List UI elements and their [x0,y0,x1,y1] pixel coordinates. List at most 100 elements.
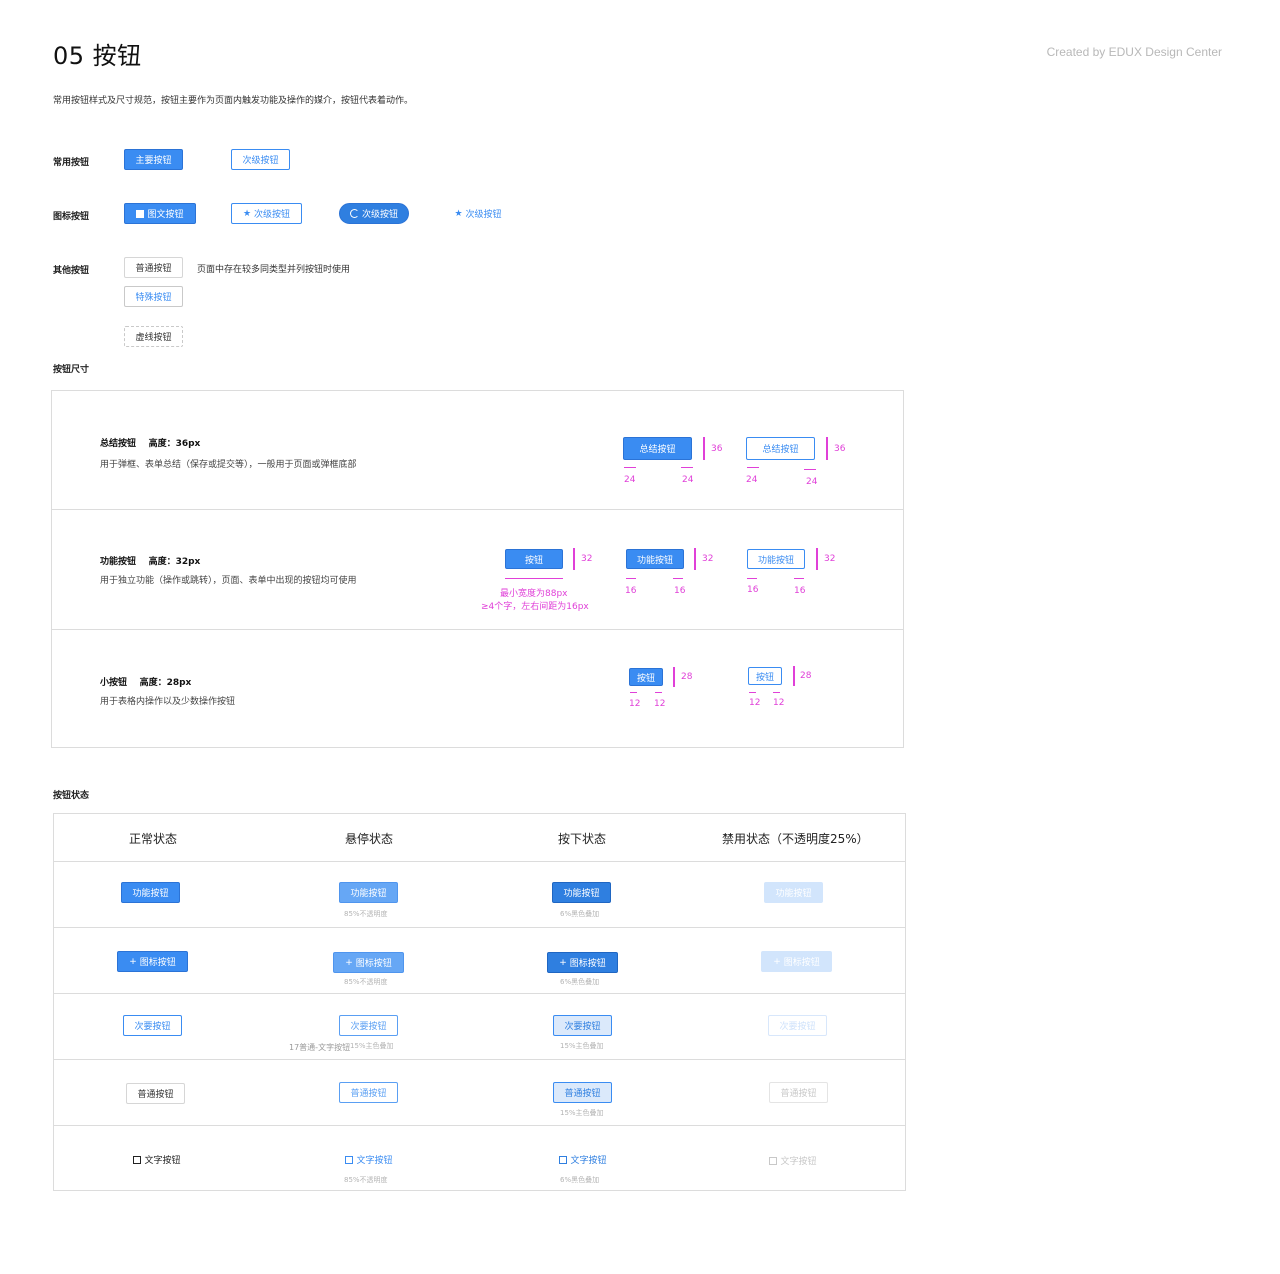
checkbox-icon [769,1156,778,1165]
icon-button-label: 图标按钮 [783,958,820,968]
padding-left-value: 16 [625,586,637,596]
checkbox-icon [345,1155,354,1164]
summary-primary-button[interactable]: 总结按钮 [623,437,692,460]
hover-note: 85%不透明度 [344,1176,388,1184]
header-hover: 悬停状态 [345,832,394,846]
normal-button-pressed[interactable]: 普通按钮 [553,1082,612,1103]
image-text-button[interactable]: 图文按钮 [124,203,196,224]
height-marker [826,437,828,460]
function-button-normal[interactable]: 功能按钮 [121,882,180,903]
padding-right-value: 16 [794,586,806,596]
secondary-button-pressed[interactable]: 次要按钮 [553,1015,612,1036]
loading-secondary-button[interactable]: 次级按钮 [339,203,409,224]
small-secondary-button[interactable]: 按钮 [748,667,782,685]
plus-icon: + [345,957,353,968]
small-desc: 用于表格内操作以及少数操作按钮 [100,697,236,707]
summary-title: 总结按钮 高度：36px [100,436,200,449]
hover-note: 15%主色叠加 [350,1042,394,1050]
function-button-pressed[interactable]: 功能按钮 [552,882,611,903]
function-secondary-button[interactable]: 功能按钮 [747,549,805,569]
padding-marker [681,467,693,468]
icon-button-disabled: + 图标按钮 [761,951,832,972]
normal-button-hover[interactable]: 普通按钮 [339,1082,398,1103]
other-buttons-label: 其他按钮 [53,266,90,276]
secondary-button-hover[interactable]: 次要按钮 [339,1015,398,1036]
text-button-pressed[interactable]: 文字按钮 [552,1149,614,1170]
primary-button[interactable]: 主要按钮 [124,149,183,170]
height-value: 32 [702,554,714,564]
padding-marker [626,578,636,579]
pressed-note: 15%主色叠加 [560,1109,604,1117]
star-icon: ★ [242,208,252,219]
small-size-row: 小按钮 高度：28px 用于表格内操作以及少数操作按钮 按钮 28 12 12 … [52,630,903,748]
function-title: 功能按钮 高度：32px [100,554,200,567]
button-states-label: 按钮状态 [53,791,90,801]
height-marker [573,548,575,570]
padding-marker [624,467,636,468]
icon-button-label: 图标按钮 [355,959,392,969]
icon-button-pressed[interactable]: + 图标按钮 [547,952,618,973]
secondary-button[interactable]: 次级按钮 [231,149,290,170]
normal-button-normal[interactable]: 普通按钮 [126,1083,185,1104]
text-button-hover[interactable]: 文字按钮 [338,1149,400,1170]
function-button-disabled: 功能按钮 [764,882,823,903]
secondary-button-normal[interactable]: 次要按钮 [123,1015,182,1036]
page-title: 05 按钮 [53,42,142,70]
padding-left-value: 16 [747,585,759,595]
padding-marker [630,692,637,693]
text-button-disabled: 文字按钮 [762,1150,824,1171]
loading-secondary-button-label: 次级按钮 [361,210,398,220]
text-button-normal[interactable]: 文字按钮 [126,1149,188,1170]
function-size-row: 功能按钮 高度：32px 用于独立功能（操作或跳转），页面、表单中出现的按钮均可… [52,510,903,630]
function-button-hover[interactable]: 功能按钮 [339,882,398,903]
padding-left-value: 12 [629,699,641,709]
star-secondary-button-label: 次级按钮 [254,210,291,220]
small-title: 小按钮 高度：28px [100,675,191,688]
padding-marker [747,467,759,468]
height-value: 36 [711,444,723,454]
padding-marker [804,469,816,470]
header-normal: 正常状态 [129,832,178,846]
normal-button[interactable]: 普通按钮 [124,257,183,278]
summary-size-row: 总结按钮 高度：36px 用于弹框、表单总结（保存或提交等），一般用于页面或弹框… [52,391,903,510]
star-text-button[interactable]: ★ 次级按钮 [450,203,506,224]
loading-icon [349,209,359,218]
summary-title-text: 总结按钮 [100,439,137,449]
padding-marker [655,692,662,693]
plus-icon: + [559,957,567,968]
height-marker [673,667,675,687]
plus-icon: + [129,956,137,967]
icon-button-normal[interactable]: + 图标按钮 [117,951,188,972]
text-button-label: 文字按钮 [570,1156,607,1166]
special-button[interactable]: 特殊按钮 [124,286,183,307]
padding-right-value: 12 [654,699,666,709]
normal-state-row: 普通按钮 普通按钮 普通按钮 15%主色叠加 普通按钮 [54,1060,905,1126]
pressed-note: 6%黑色叠加 [560,1176,600,1184]
star-secondary-button[interactable]: ★ 次级按钮 [231,203,302,224]
pressed-note: 6%黑色叠加 [560,910,600,918]
dashed-button[interactable]: 虚线按钮 [124,326,183,347]
function-primary-button[interactable]: 功能按钮 [626,549,684,569]
secondary-button-disabled: 次要按钮 [768,1015,827,1036]
pressed-note: 15%主色叠加 [560,1042,604,1050]
text-button-label: 文字按钮 [144,1156,181,1166]
min-width-button[interactable]: 按钮 [505,549,563,569]
summary-height: 高度：36px [148,439,201,449]
page-description: 常用按钮样式及尺寸规范，按钮主要作为页面内触发功能及操作的媒介，按钮代表着动作。 [53,96,414,106]
states-header-row: 正常状态 悬停状态 按下状态 禁用状态（不透明度25%） [54,814,905,862]
plus-icon: + [773,956,781,967]
padding-marker [673,578,683,579]
function-desc: 用于独立功能（操作或跳转），页面、表单中出现的按钮均可使用 [100,576,357,586]
function-height: 高度：32px [148,557,201,567]
height-value: 28 [800,671,812,681]
summary-secondary-button[interactable]: 总结按钮 [746,437,815,460]
credit-text: Created by EDUX Design Center [1046,45,1222,59]
padding-marker [749,692,756,693]
padding-left-value: 24 [746,475,758,485]
height-value: 32 [581,554,593,564]
padding-marker [773,692,780,693]
checkbox-icon [559,1155,568,1164]
small-primary-button[interactable]: 按钮 [629,668,663,686]
icon-button-hover[interactable]: + 图标按钮 [333,952,404,973]
height-marker [793,666,795,686]
